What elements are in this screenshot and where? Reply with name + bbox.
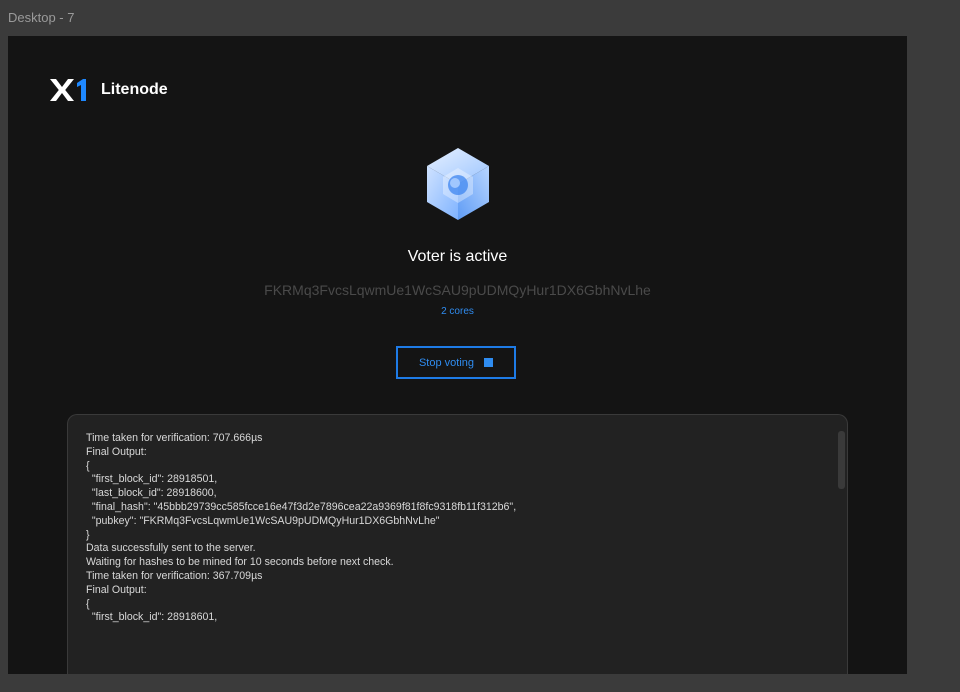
log-line: Final Output: [86, 445, 147, 458]
cube-icon [427, 148, 489, 220]
x1-logo-icon [50, 79, 86, 101]
cores-count: 2 cores [441, 306, 474, 317]
status-title: Voter is active [407, 248, 508, 265]
log-line: "first_block_id": 28918601, [86, 611, 218, 624]
log-line: "first_block_id": 28918501, [86, 473, 218, 486]
frame-label: Desktop - 7 [8, 10, 75, 25]
log-line: Final Output: [86, 583, 147, 596]
log-line: { [86, 597, 90, 610]
log-line: "pubkey": "FKRMq3FvcsLqwmUe1WcSAU9pUDMQy… [86, 514, 440, 527]
brand: Litenode [49, 78, 168, 102]
log-scrollbar[interactable] [838, 431, 845, 489]
log-output: Time taken for verification: 707.666µs F… [86, 432, 516, 625]
stop-voting-label: Stop voting [418, 356, 475, 369]
log-output-panel[interactable]: Time taken for verification: 707.666µs F… [67, 414, 848, 674]
log-line: Time taken for verification: 367.709µs [86, 569, 263, 582]
app-window: Litenode Voter is active FKRMq3FvcsLqwmU… [8, 36, 907, 674]
log-line: "final_hash": "45bbb29739cc585fcce16e47f… [86, 500, 517, 513]
stop-voting-button[interactable]: Stop voting [396, 346, 516, 379]
voter-pubkey: FKRMq3FvcsLqwmUe1WcSAU9pUDMQyHur1DX6GbhN… [264, 282, 651, 298]
stop-icon [484, 358, 494, 367]
log-line: } [86, 528, 90, 541]
log-line: { [86, 459, 90, 472]
log-line: Waiting for hashes to be mined for 10 se… [86, 556, 394, 569]
log-line: "last_block_id": 28918600, [86, 487, 217, 500]
log-line: Data successfully sent to the server. [86, 542, 256, 555]
log-line: Time taken for verification: 707.666µs [86, 432, 263, 444]
app-name: Litenode [101, 81, 168, 98]
